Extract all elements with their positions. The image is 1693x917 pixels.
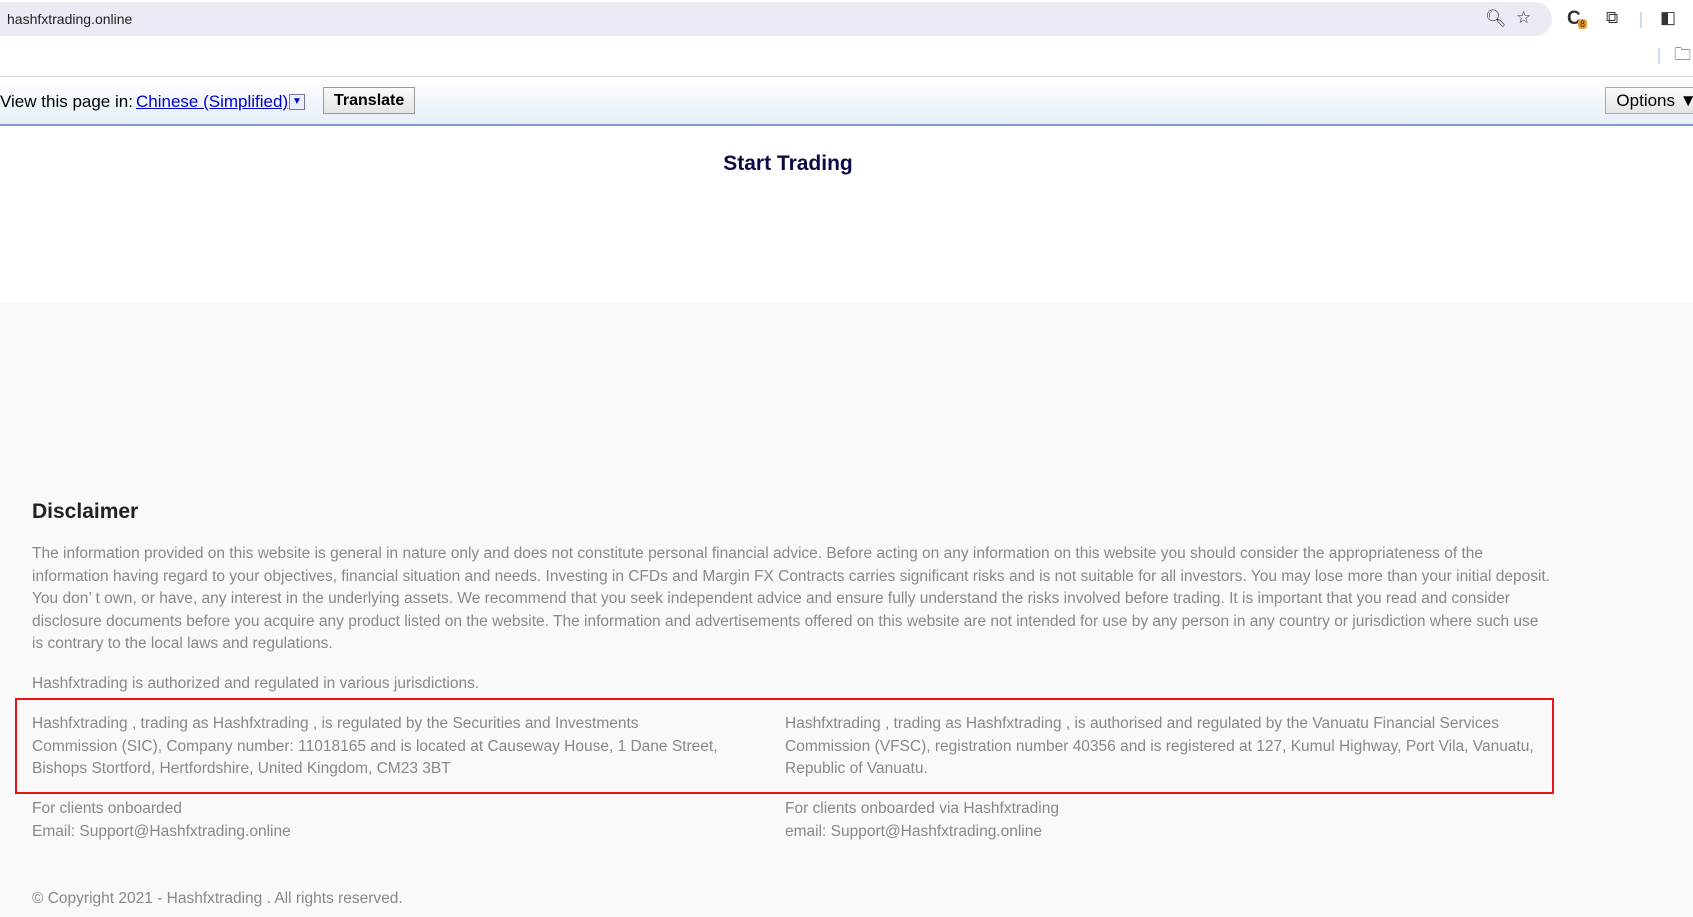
- authorized-text: Hashfxtrading is authorized and regulate…: [32, 675, 480, 692]
- disclaimer-body: The information provided on this website…: [32, 545, 1551, 652]
- extension-badge: 8: [1578, 19, 1588, 29]
- toolbar-divider: [1640, 12, 1642, 28]
- extensions-puzzle-icon[interactable]: ⧉: [1606, 9, 1618, 26]
- bookmark-star-icon[interactable]: ☆: [1516, 9, 1531, 26]
- bookmarks-divider: [1658, 48, 1660, 64]
- disclaimer-title: Disclaimer: [32, 500, 139, 523]
- copyright: © Copyright 2021 - Hashfxtrading . All r…: [32, 890, 403, 907]
- address-bar[interactable]: hashfxtrading.online 🔍︎ ☆: [0, 2, 1552, 36]
- zoom-icon[interactable]: 🔍︎: [1485, 10, 1507, 27]
- start-trading-heading[interactable]: Start Trading: [0, 152, 1576, 176]
- options-button[interactable]: Options ▼: [1605, 87, 1693, 114]
- contact-right-email[interactable]: email: Support@Hashfxtrading.online: [785, 821, 1475, 844]
- contact-left-title: For clients onboarded: [32, 800, 182, 817]
- side-panel-icon[interactable]: ◧: [1660, 9, 1676, 26]
- translate-label: View this page in:: [0, 92, 133, 111]
- translate-button[interactable]: Translate: [323, 87, 416, 114]
- bookmarks-folder-icon[interactable]: 🗀: [1674, 46, 1691, 63]
- regulation-right: Hashfxtrading , trading as Hashfxtrading…: [785, 715, 1534, 777]
- translate-bar: View this page in: Chinese (Simplified) …: [0, 76, 1693, 126]
- regulation-left: Hashfxtrading , trading as Hashfxtrading…: [32, 715, 718, 777]
- contact-left-email[interactable]: Email: Support@Hashfxtrading.online: [32, 821, 722, 844]
- language-link[interactable]: Chinese (Simplified): [136, 92, 288, 112]
- url-text[interactable]: hashfxtrading.online: [7, 11, 132, 27]
- contact-right-title: For clients onboarded via Hashfxtrading: [785, 800, 1059, 817]
- language-dropdown-icon[interactable]: ▼: [289, 94, 305, 110]
